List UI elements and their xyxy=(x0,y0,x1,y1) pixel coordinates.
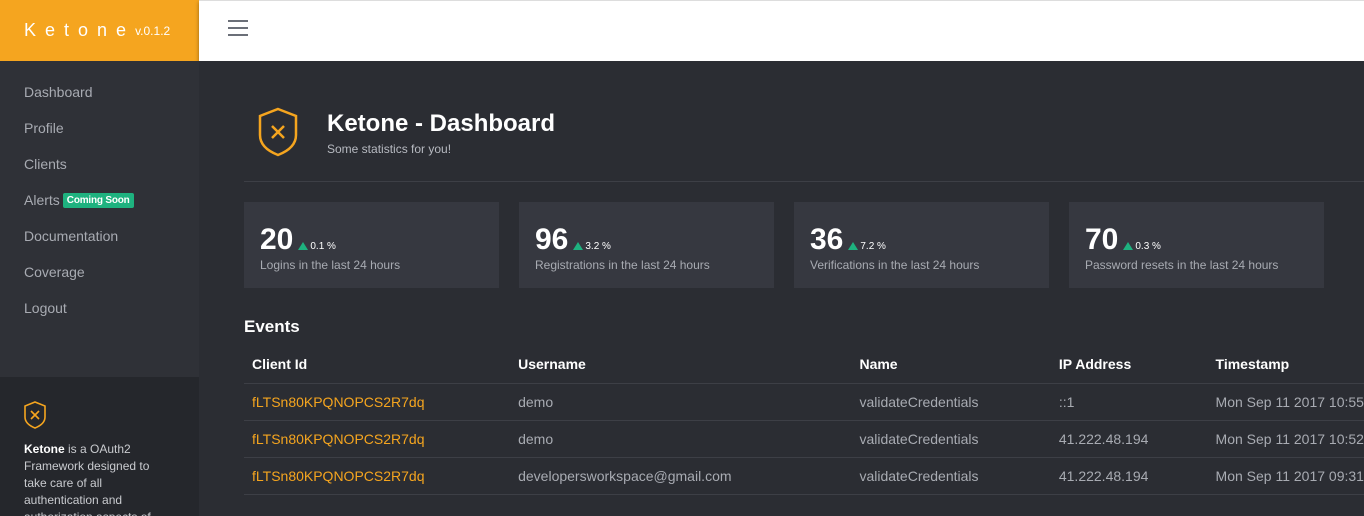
column-header-client-id: Client Id xyxy=(244,345,511,384)
client-id-link[interactable]: fLTSn80KPQNOPCS2R7dq xyxy=(244,420,511,458)
table-header-row: Client Id Username Name IP Address Times… xyxy=(244,345,1364,384)
stat-value: 20 xyxy=(260,223,294,256)
stat-card-password-resets: 70 0.3 % Password resets in the last 24 … xyxy=(1069,202,1324,288)
timestamp-cell: Mon Sep 11 2017 09:31 xyxy=(1207,457,1364,495)
stat-value: 96 xyxy=(535,223,569,256)
stat-change: 7.2 % xyxy=(848,241,886,252)
stat-value: 36 xyxy=(810,223,844,256)
stat-label: Password resets in the last 24 hours xyxy=(1085,258,1279,272)
sidebar-item-dashboard[interactable]: Dashboard xyxy=(0,74,199,110)
triangle-up-icon xyxy=(298,242,309,250)
stat-card-verifications: 36 7.2 % Verifications in the last 24 ho… xyxy=(794,202,1049,288)
name-cell: validateCredentials xyxy=(851,457,1051,495)
stat-change: 0.3 % xyxy=(1123,241,1161,252)
brand-name: Ketone xyxy=(24,20,136,40)
table-row: fLTSn80KPQNOPCS2R7dq developersworkspace… xyxy=(244,457,1364,495)
events-table: Client Id Username Name IP Address Times… xyxy=(244,345,1364,495)
brand[interactable]: Ketone v.0.1.2 xyxy=(0,0,199,61)
hamburger-icon[interactable] xyxy=(228,20,248,36)
sidebar-item-profile[interactable]: Profile xyxy=(0,110,199,146)
ip-address-cell: 41.222.48.194 xyxy=(1050,457,1208,495)
stat-change: 0.1 % xyxy=(298,241,336,252)
stat-card-logins: 20 0.1 % Logins in the last 24 hours xyxy=(244,202,499,288)
sidebar: Dashboard Profile Clients Alerts Coming … xyxy=(0,61,199,516)
client-id-link[interactable]: fLTSn80KPQNOPCS2R7dq xyxy=(244,457,511,495)
stat-label: Logins in the last 24 hours xyxy=(260,258,401,272)
column-header-timestamp: Timestamp xyxy=(1207,345,1364,384)
sidebar-item-label: Coverage xyxy=(24,264,85,280)
stat-label: Verifications in the last 24 hours xyxy=(810,258,980,272)
sidebar-item-label: Alerts xyxy=(24,192,60,208)
page-subtitle: Some statistics for you! xyxy=(327,142,452,156)
coming-soon-badge: Coming Soon xyxy=(62,192,134,208)
client-id-link[interactable]: fLTSn80KPQNOPCS2R7dq xyxy=(244,383,511,421)
sidebar-footer: Ketone is a OAuth2 Framework designed to… xyxy=(0,377,199,516)
sidebar-item-logout[interactable]: Logout xyxy=(0,290,199,326)
sidebar-item-label: Clients xyxy=(24,156,67,172)
brand-version: v.0.1.2 xyxy=(135,23,171,38)
ip-address-cell: 41.222.48.194 xyxy=(1050,420,1208,458)
page-title: Ketone - Dashboard xyxy=(327,110,556,137)
sidebar-item-label: Dashboard xyxy=(24,84,93,100)
main-content: Ketone - Dashboard Some statistics for y… xyxy=(199,61,1364,516)
sidebar-item-coverage[interactable]: Coverage xyxy=(0,254,199,290)
column-header-ip-address: IP Address xyxy=(1050,345,1208,384)
username-cell: demo xyxy=(510,383,852,421)
triangle-up-icon xyxy=(1123,242,1134,250)
stat-change: 3.2 % xyxy=(573,241,611,252)
table-row: fLTSn80KPQNOPCS2R7dq demo validateCreden… xyxy=(244,383,1364,421)
sidebar-item-label: Documentation xyxy=(24,228,119,244)
username-cell: demo xyxy=(510,420,852,458)
name-cell: validateCredentials xyxy=(851,383,1051,421)
divider xyxy=(244,181,1364,182)
shield-x-icon xyxy=(24,401,46,429)
sidebar-item-label: Logout xyxy=(24,300,67,316)
stat-card-registrations: 96 3.2 % Registrations in the last 24 ho… xyxy=(519,202,774,288)
stat-label: Registrations in the last 24 hours xyxy=(535,258,710,272)
timestamp-cell: Mon Sep 11 2017 10:52 xyxy=(1207,420,1364,458)
table-row: fLTSn80KPQNOPCS2R7dq demo validateCreden… xyxy=(244,420,1364,458)
timestamp-cell: Mon Sep 11 2017 10:55 xyxy=(1207,383,1364,421)
ip-address-cell: ::1 xyxy=(1050,383,1208,421)
events-title: Events xyxy=(244,317,300,336)
column-header-name: Name xyxy=(851,345,1051,384)
column-header-username: Username xyxy=(510,345,852,384)
stat-value: 70 xyxy=(1085,223,1119,256)
about-text: Ketone is a OAuth2 Framework designed to… xyxy=(24,441,159,516)
sidebar-nav: Dashboard Profile Clients Alerts Coming … xyxy=(0,61,199,326)
sidebar-item-clients[interactable]: Clients xyxy=(0,146,199,182)
shield-x-icon xyxy=(258,107,298,157)
username-cell: developersworkspace@gmail.com xyxy=(510,457,852,495)
name-cell: validateCredentials xyxy=(851,420,1051,458)
triangle-up-icon xyxy=(848,242,859,250)
sidebar-item-alerts[interactable]: Alerts Coming Soon xyxy=(0,182,199,218)
sidebar-item-documentation[interactable]: Documentation xyxy=(0,218,199,254)
triangle-up-icon xyxy=(573,242,584,250)
top-bar xyxy=(199,0,1364,61)
sidebar-item-label: Profile xyxy=(24,120,64,136)
about-brand: Ketone xyxy=(24,442,65,456)
